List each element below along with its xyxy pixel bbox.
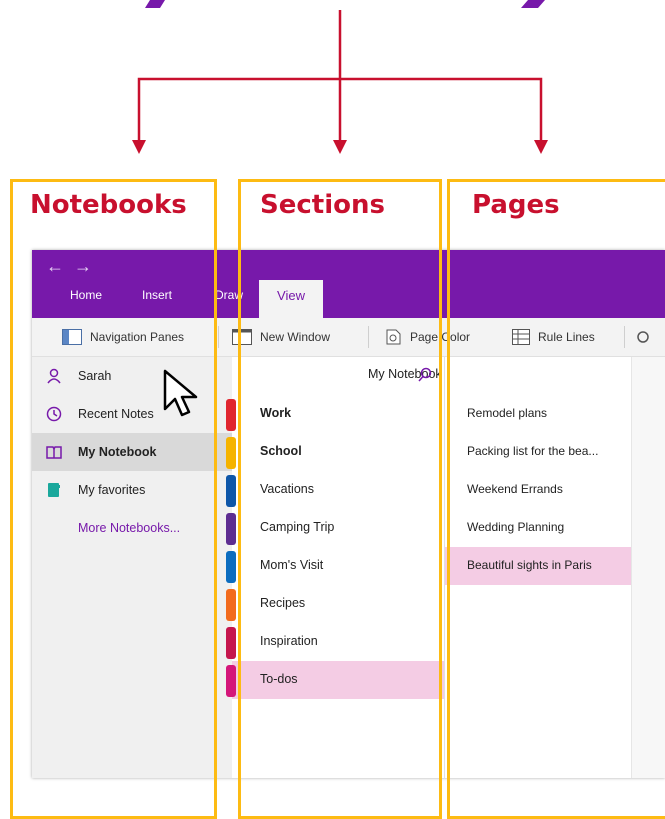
- section-color-tab: [226, 627, 236, 659]
- toolbar-divider: [218, 326, 219, 348]
- section-color-tab: [226, 437, 236, 469]
- pages-frame: [447, 179, 665, 819]
- section-color-tab: [226, 551, 236, 583]
- section-color-tab: [226, 665, 236, 697]
- section-color-tab: [226, 513, 236, 545]
- section-color-tab: [226, 589, 236, 621]
- connector-arrows: [132, 10, 548, 154]
- notebooks-frame: [10, 179, 217, 819]
- sections-frame: [238, 179, 442, 819]
- section-color-tab: [226, 399, 236, 431]
- section-color-tab: [226, 475, 236, 507]
